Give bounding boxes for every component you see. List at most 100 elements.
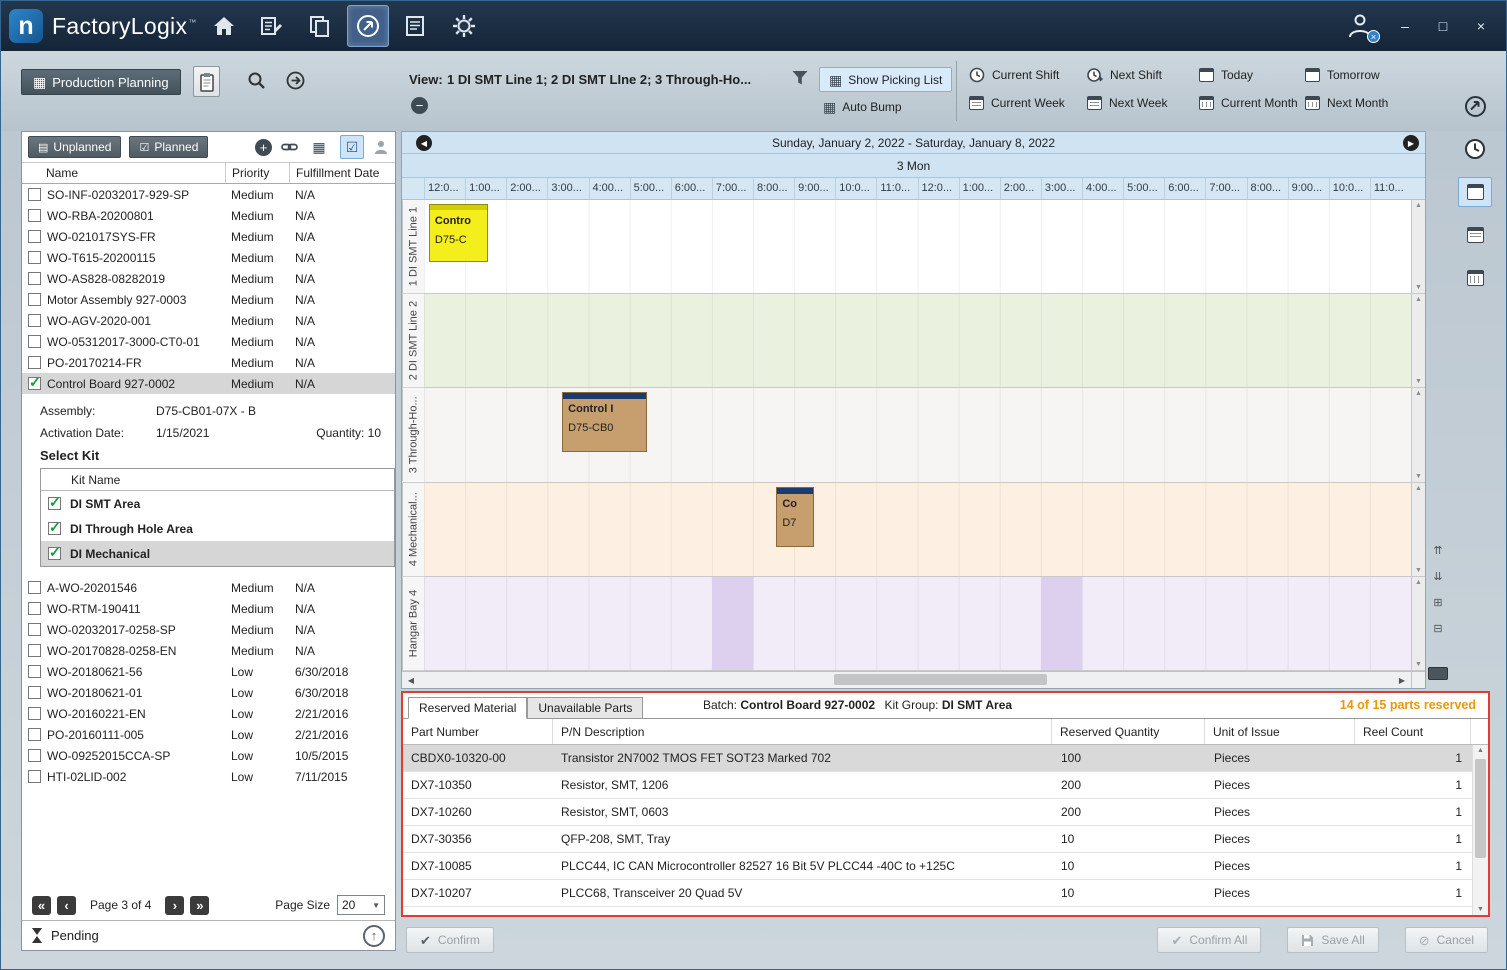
scroll-thumb[interactable] — [834, 674, 1046, 685]
part-row[interactable]: CBDX0-10320-00 Transistor 2N7002 TMOS FE… — [403, 745, 1472, 772]
order-row[interactable]: WO-RTM-190411 Medium N/A — [22, 598, 395, 619]
order-row[interactable]: PO-20170214-FR Medium N/A — [22, 352, 395, 373]
lane-body[interactable] — [424, 577, 1411, 670]
order-row[interactable]: WO-T615-20200115 Medium N/A — [22, 247, 395, 268]
batch-grid-button[interactable]: ▦ — [307, 135, 331, 159]
order-row[interactable]: A-WO-20201546 Medium N/A — [22, 577, 395, 598]
lane-scroll-down-icon[interactable]: ▼ — [1415, 284, 1422, 291]
kit-checkbox[interactable] — [48, 547, 61, 560]
order-checkbox[interactable] — [28, 749, 41, 762]
lane-scroll-down-icon[interactable]: ▼ — [1415, 567, 1422, 574]
order-row[interactable]: WO-09252015CCA-SP Low 10/5/2015 — [22, 745, 395, 766]
current-shift-button[interactable]: Current Shift — [969, 67, 1087, 83]
window-minimize-button[interactable]: – — [1396, 18, 1414, 34]
collapse-lanes-button[interactable]: − — [411, 97, 428, 114]
order-checkbox[interactable] — [28, 770, 41, 783]
auto-bump-button[interactable]: ▦ Auto Bump — [823, 100, 902, 114]
order-row[interactable]: WO-02032017-0258-SP Medium N/A — [22, 619, 395, 640]
lane-scrollbar[interactable]: ▲▼ — [1411, 200, 1425, 293]
kit-checkbox[interactable] — [48, 497, 61, 510]
link-order-button[interactable] — [281, 141, 298, 153]
kit-row[interactable]: DI Through Hole Area — [41, 516, 394, 541]
column-part-number[interactable]: Part Number — [403, 719, 553, 744]
page-size-select[interactable]: 20 ▼ — [337, 895, 385, 915]
order-row[interactable]: HTI-02LID-002 Low 7/11/2015 — [22, 766, 395, 787]
scroll-right-arrow[interactable]: ▶ — [1393, 672, 1411, 688]
order-checkbox[interactable] — [28, 707, 41, 720]
column-reserved-quantity[interactable]: Reserved Quantity — [1052, 719, 1205, 744]
tab-planned[interactable]: ☑ Planned — [129, 136, 208, 158]
part-row[interactable]: DX7-10207 PLCC68, Transceiver 20 Quad 5V… — [403, 880, 1472, 907]
order-checkbox[interactable] — [28, 728, 41, 741]
order-checkbox[interactable] — [28, 251, 41, 264]
lane-scroll-up-icon[interactable]: ▲ — [1415, 485, 1422, 492]
window-maximize-button[interactable]: □ — [1434, 18, 1452, 34]
search-button[interactable] — [247, 71, 266, 90]
kit-row[interactable]: DI Mechanical — [41, 541, 394, 566]
order-checkbox[interactable] — [28, 209, 41, 222]
view-dropdown[interactable]: 1 DI SMT Line 1; 2 DI SMT LIne 2; 3 Thro… — [447, 72, 751, 87]
lane-scroll-up-icon[interactable]: ▲ — [1415, 390, 1422, 397]
nav-production-planning-button[interactable] — [347, 5, 389, 47]
parts-scroll-thumb[interactable] — [1475, 759, 1486, 858]
lane-scrollbar[interactable]: ▲▼ — [1411, 483, 1425, 576]
window-close-button[interactable]: × — [1472, 18, 1490, 34]
scroll-left-arrow[interactable]: ◀ — [402, 672, 420, 688]
lane-scroll-up-icon[interactable]: ▲ — [1415, 296, 1422, 303]
column-name[interactable]: Name — [22, 163, 225, 183]
order-row[interactable]: WO-20170828-0258-EN Medium N/A — [22, 640, 395, 661]
column-fulfillment[interactable]: Fulfillment Date — [289, 163, 395, 183]
kit-checkbox[interactable] — [48, 522, 61, 535]
nav-home-button[interactable] — [203, 5, 245, 47]
next-month-button[interactable]: Next Month — [1305, 96, 1423, 110]
day-view-button[interactable] — [1458, 177, 1492, 207]
today-button[interactable]: Today — [1199, 67, 1305, 83]
assign-user-button[interactable] — [373, 139, 389, 155]
scroll-up-arrow[interactable]: ▲ — [1477, 747, 1484, 754]
horizontal-scrollbar[interactable]: ◀ ▶ — [402, 671, 1425, 688]
previous-week-arrow[interactable]: ◀ — [416, 135, 432, 151]
lane-scrollbar[interactable]: ▲▼ — [1411, 577, 1425, 670]
lane-scroll-down-icon[interactable]: ▼ — [1415, 378, 1422, 385]
user-account-button[interactable]: × — [1346, 11, 1376, 41]
cancel-button[interactable]: ⊘ Cancel — [1405, 927, 1488, 953]
order-checkbox[interactable] — [28, 314, 41, 327]
order-row[interactable]: Motor Assembly 927-0003 Medium N/A — [22, 289, 395, 310]
kit-select-mode-button[interactable]: ☑ — [340, 135, 364, 159]
lane-scroll-up-icon[interactable]: ▲ — [1415, 579, 1422, 586]
order-row[interactable]: Control Board 927-0002 Medium N/A — [22, 373, 395, 394]
nav-reports-button[interactable] — [395, 5, 437, 47]
order-checkbox[interactable] — [28, 188, 41, 201]
shift-view-button[interactable] — [1458, 134, 1492, 164]
part-row[interactable]: DX7-10350 Resistor, SMT, 1206 200 Pieces… — [403, 772, 1472, 799]
order-row[interactable]: WO-AGV-2020-001 Medium N/A — [22, 310, 395, 331]
column-description[interactable]: P/N Description — [553, 719, 1052, 744]
show-picking-list-button[interactable]: ▦ Show Picking List — [819, 67, 952, 92]
order-row[interactable]: WO-05312017-3000-CT0-01 Medium N/A — [22, 331, 395, 352]
order-checkbox[interactable] — [28, 644, 41, 657]
order-checkbox[interactable] — [28, 581, 41, 594]
lane-body[interactable] — [424, 294, 1411, 387]
order-row[interactable]: WO-RBA-20200801 Medium N/A — [22, 205, 395, 226]
nav-work-orders-button[interactable] — [251, 5, 293, 47]
schedule-task[interactable]: Control ID75-CB0 — [562, 392, 647, 452]
lane-body[interactable]: Control ID75-CB0 — [424, 388, 1411, 481]
order-checkbox[interactable] — [28, 623, 41, 636]
schedule-task[interactable]: CoD7 — [776, 487, 814, 547]
nav-documents-button[interactable] — [299, 5, 341, 47]
scroll-top-icon[interactable]: ⇈ — [1433, 544, 1442, 557]
lane-scrollbar[interactable]: ▲▼ — [1411, 388, 1425, 481]
clipboard-button[interactable] — [193, 66, 220, 97]
confirm-button[interactable]: ✔ Confirm — [406, 927, 494, 953]
column-reel-count[interactable]: Reel Count — [1355, 719, 1471, 744]
order-checkbox[interactable] — [28, 686, 41, 699]
part-row[interactable]: DX7-30356 QFP-208, SMT, Tray 10 Pieces 1 — [403, 826, 1472, 853]
order-row[interactable]: PO-20160111-005 Low 2/21/2016 — [22, 724, 395, 745]
order-checkbox[interactable] — [28, 665, 41, 678]
zoom-in-icon[interactable]: ⊞ — [1433, 596, 1442, 609]
save-all-button[interactable]: Save All — [1287, 927, 1378, 953]
part-row[interactable]: DX7-10260 Resistor, SMT, 0603 200 Pieces… — [403, 799, 1472, 826]
order-row[interactable]: WO-021017SYS-FR Medium N/A — [22, 226, 395, 247]
timeline-navigate-button[interactable] — [1458, 91, 1492, 121]
scroll-track[interactable] — [420, 672, 1393, 688]
